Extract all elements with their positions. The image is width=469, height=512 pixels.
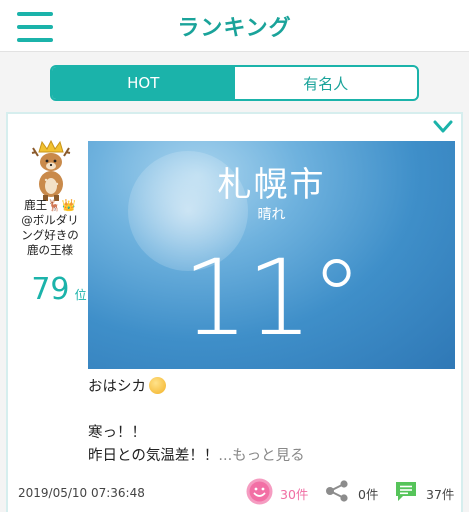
weather-temperature: 11° — [182, 237, 362, 359]
avatar[interactable] — [30, 140, 72, 202]
like-count: 30件 — [280, 487, 309, 502]
weather-city: 札幌市 — [217, 165, 326, 205]
username[interactable]: 鹿王🦌👑 @ボルダリ ング好きの 鹿の王様 — [14, 198, 86, 258]
post-text-line4: 昨日との気温差！！ — [88, 448, 219, 464]
share-count: 0件 — [358, 487, 379, 502]
rank-number: 79 — [31, 272, 70, 307]
tab-hot[interactable]: HOT — [52, 67, 235, 99]
top-bar: ランキング — [0, 0, 469, 52]
comment-icon[interactable] — [394, 480, 418, 502]
rank: 79 位 — [24, 272, 94, 307]
post-text-line1: おはシカ — [88, 379, 146, 395]
timestamp: 2019/05/10 07:36:48 — [18, 486, 145, 500]
read-more-link[interactable]: ...もっと見る — [218, 448, 304, 464]
weather-image[interactable]: 札幌市 晴れ 11° — [88, 141, 455, 369]
share-icon[interactable] — [324, 480, 350, 502]
page-title: ランキング — [177, 16, 292, 41]
post-footer: 2019/05/10 07:36:48 30件 0件 37件 — [8, 476, 465, 506]
weather-condition: 晴れ — [257, 207, 286, 223]
smile-like-icon[interactable] — [246, 478, 273, 505]
post-card[interactable]: 鹿王🦌👑 @ボルダリ ング好きの 鹿の王様 79 位 札幌市 晴れ 11° おは… — [6, 112, 463, 512]
comment-count: 37件 — [426, 487, 455, 502]
tab-celebrity[interactable]: 有名人 — [235, 67, 418, 99]
post-text[interactable]: おはシカ 寒っ！！ 昨日との気温差！！...もっと見る — [88, 376, 448, 468]
tab-bar: HOT 有名人 — [50, 65, 419, 101]
sun-emoji-icon — [149, 377, 166, 394]
post-text-line3: 寒っ！！ — [88, 425, 146, 441]
chevron-down-icon[interactable] — [433, 120, 453, 134]
rank-unit: 位 — [74, 288, 87, 302]
